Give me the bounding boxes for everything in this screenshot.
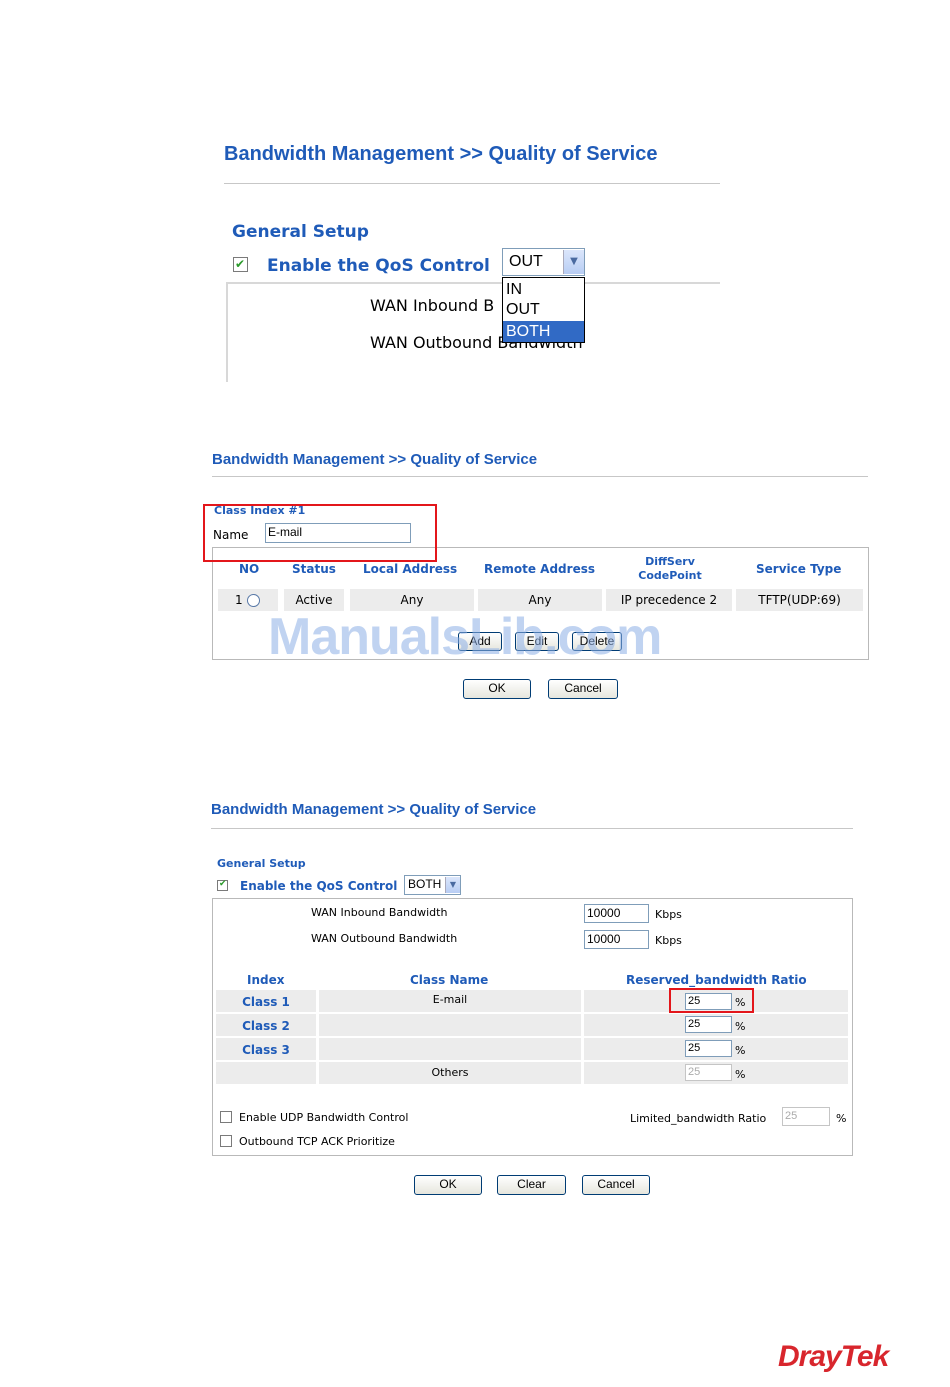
class-3-link[interactable]: Class 3 xyxy=(216,1038,316,1060)
enable-qos-checkbox[interactable]: ✔ xyxy=(217,880,228,891)
col-class-name: Class Name xyxy=(410,973,489,987)
page-title: Bandwidth Management >> Quality of Servi… xyxy=(212,451,538,468)
clear-button[interactable]: Clear xyxy=(497,1175,566,1195)
check-icon: ✔ xyxy=(235,257,246,271)
cancel-button[interactable]: Cancel xyxy=(582,1175,650,1195)
direction-select-value: OUT xyxy=(509,253,543,270)
col-local-address: Local Address xyxy=(363,562,458,576)
udp-bandwidth-checkbox[interactable] xyxy=(220,1111,232,1123)
enable-qos-label: Enable the QoS Control xyxy=(240,879,398,893)
ok-button[interactable]: OK xyxy=(463,679,531,699)
watermark: ManualsLib.com xyxy=(268,608,662,666)
col-index: Index xyxy=(247,973,285,987)
percent-label: % xyxy=(735,1020,746,1033)
class-2-link[interactable]: Class 2 xyxy=(216,1014,316,1036)
class-name: E-mail xyxy=(319,990,581,1012)
percent-label: % xyxy=(735,1044,746,1057)
class-name xyxy=(319,1038,581,1060)
kbps-label: Kbps xyxy=(655,934,682,947)
col-diffserv: DiffServ CodePoint xyxy=(638,555,702,582)
kbps-label: Kbps xyxy=(655,908,682,921)
ratio-input[interactable]: 25 xyxy=(685,1016,732,1033)
udp-bandwidth-label: Enable UDP Bandwidth Control xyxy=(239,1111,409,1124)
class-index: Class 3 xyxy=(242,1043,290,1057)
limited-ratio-input: 25 xyxy=(782,1107,830,1126)
chevron-down-icon[interactable]: ▼ xyxy=(445,877,460,893)
row-service: TFTP(UDP:69) xyxy=(736,589,863,611)
wan-inbound-label: WAN Inbound B xyxy=(370,296,495,315)
divider xyxy=(212,476,868,477)
tcp-ack-checkbox[interactable] xyxy=(220,1135,232,1147)
class-name xyxy=(319,1014,581,1036)
wan-inbound-input[interactable]: 10000 xyxy=(584,904,649,923)
check-icon: ✔ xyxy=(219,879,227,889)
direction-select[interactable]: OUT ▼ xyxy=(502,248,585,276)
tcp-ack-label: Outbound TCP ACK Prioritize xyxy=(239,1135,395,1148)
draytek-logo: DrayTek xyxy=(778,1340,889,1373)
enable-qos-checkbox[interactable]: ✔ xyxy=(233,257,248,272)
direction-select[interactable]: BOTH ▼ xyxy=(404,875,461,895)
percent-label: % xyxy=(836,1112,847,1125)
section-title: General Setup xyxy=(217,857,306,870)
col-ratio: Reserved_bandwidth Ratio xyxy=(626,973,807,987)
percent-label: % xyxy=(735,1068,746,1081)
ratio-input-disabled: 25 xyxy=(685,1064,732,1081)
row-radio[interactable] xyxy=(247,594,260,607)
wan-inbound-label: WAN Inbound Bandwidth xyxy=(311,906,448,919)
highlight-box xyxy=(669,988,754,1013)
class-index xyxy=(216,1062,316,1084)
option-in[interactable]: IN xyxy=(506,280,522,300)
page-title: Bandwidth Management >> Quality of Servi… xyxy=(211,801,537,818)
wan-outbound-label: WAN Outbound Bandwidth xyxy=(311,932,458,945)
col-no: NO xyxy=(239,562,260,576)
direction-select-value: BOTH xyxy=(408,877,442,891)
option-both-highlight[interactable]: BOTH xyxy=(503,321,584,342)
class-index: Class 1 xyxy=(242,995,290,1009)
col-service-type: Service Type xyxy=(756,562,842,576)
row-no: 1 xyxy=(235,593,243,607)
divider xyxy=(211,828,853,829)
col-remote-address: Remote Address xyxy=(484,562,595,576)
ratio-input[interactable]: 25 xyxy=(685,1040,732,1057)
class-index: Class 2 xyxy=(242,1019,290,1033)
highlight-box xyxy=(203,504,437,562)
divider xyxy=(224,183,720,184)
page-title: Bandwidth Management >> Quality of Servi… xyxy=(224,143,658,165)
direction-dropdown-list: IN OUT BOTH xyxy=(502,277,585,343)
cancel-button[interactable]: Cancel xyxy=(548,679,618,699)
limited-ratio-label: Limited_bandwidth Ratio xyxy=(630,1112,767,1125)
class-1-link[interactable]: Class 1 xyxy=(216,990,316,1012)
chevron-down-icon[interactable]: ▼ xyxy=(563,250,584,274)
option-out[interactable]: OUT xyxy=(506,300,540,320)
enable-qos-label: Enable the QoS Control xyxy=(267,256,490,276)
option-both: BOTH xyxy=(506,323,551,340)
class-name-others: Others xyxy=(319,1062,581,1084)
ok-button[interactable]: OK xyxy=(414,1175,482,1195)
wan-outbound-input[interactable]: 10000 xyxy=(584,930,649,949)
section-title: General Setup xyxy=(232,222,369,242)
col-status: Status xyxy=(292,562,336,576)
